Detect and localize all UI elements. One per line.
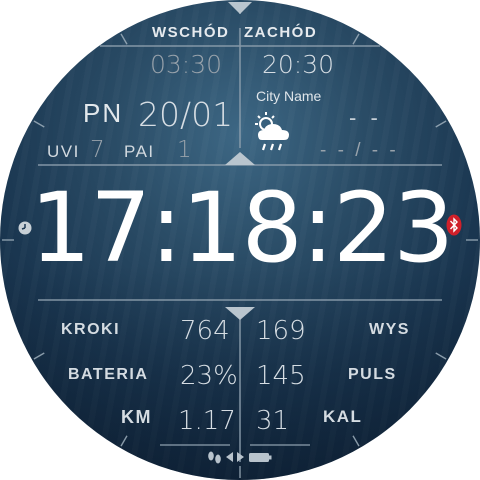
date-day-month: 20/01 xyxy=(138,95,234,134)
sunset-time: 20:30 xyxy=(262,50,335,79)
battery-icon xyxy=(249,453,269,462)
top-marker-icon xyxy=(228,2,252,14)
steps-label: KROKI xyxy=(61,321,121,338)
bezel-tick xyxy=(33,352,45,360)
bezel-tick xyxy=(352,33,360,45)
uvi-value: 7 xyxy=(90,137,105,163)
pulse-value: 145 xyxy=(256,361,306,391)
altitude-label: WYS xyxy=(369,321,410,338)
city-name: City Name xyxy=(256,88,322,104)
temperature: - - xyxy=(349,105,382,130)
altitude-value: 169 xyxy=(256,316,306,346)
bluetooth-icon[interactable] xyxy=(446,214,462,240)
sunset-label: ZACHÓD xyxy=(244,24,318,41)
calories-label: KAL xyxy=(323,407,363,426)
pai-label: PAI xyxy=(124,142,155,161)
bezel-tick xyxy=(120,33,128,45)
pai-value: 1 xyxy=(177,137,192,163)
up-arrow-icon xyxy=(225,152,255,165)
steps-value: 764 xyxy=(180,316,230,346)
battery-label: BATERIA xyxy=(68,366,149,383)
battery-value: 23% xyxy=(180,361,238,391)
watch-face: WSCHÓD ZACHÓD 03:30 20:30 PN 20/01 UVI 7… xyxy=(0,0,480,480)
temperature-min-max: - - / - - xyxy=(320,140,399,161)
bezel-tick xyxy=(435,120,447,128)
alarm-clock-icon[interactable] xyxy=(17,220,33,240)
bezel-tick xyxy=(33,120,45,128)
partly-cloudy-rain-icon[interactable] xyxy=(252,110,296,158)
sunrise-time: 03:30 xyxy=(150,50,223,79)
bottom-icons xyxy=(206,449,276,469)
triangle-left-icon xyxy=(226,452,233,462)
bezel-tick xyxy=(352,435,360,447)
bezel-tick xyxy=(435,352,447,360)
pulse-label: PULS xyxy=(348,366,397,383)
sunrise-label: WSCHÓD xyxy=(152,24,230,41)
calories-value: 31 xyxy=(256,406,290,436)
bezel-tick xyxy=(120,435,128,447)
triangle-right-icon xyxy=(237,452,244,462)
distance-label: KM xyxy=(121,407,152,427)
uvi-label: UVI xyxy=(47,142,80,161)
footprints-icon xyxy=(208,451,221,464)
digital-time: 17:18:23 xyxy=(30,172,454,284)
distance-value: 1.17 xyxy=(178,406,236,436)
weekday: PN xyxy=(83,98,124,128)
